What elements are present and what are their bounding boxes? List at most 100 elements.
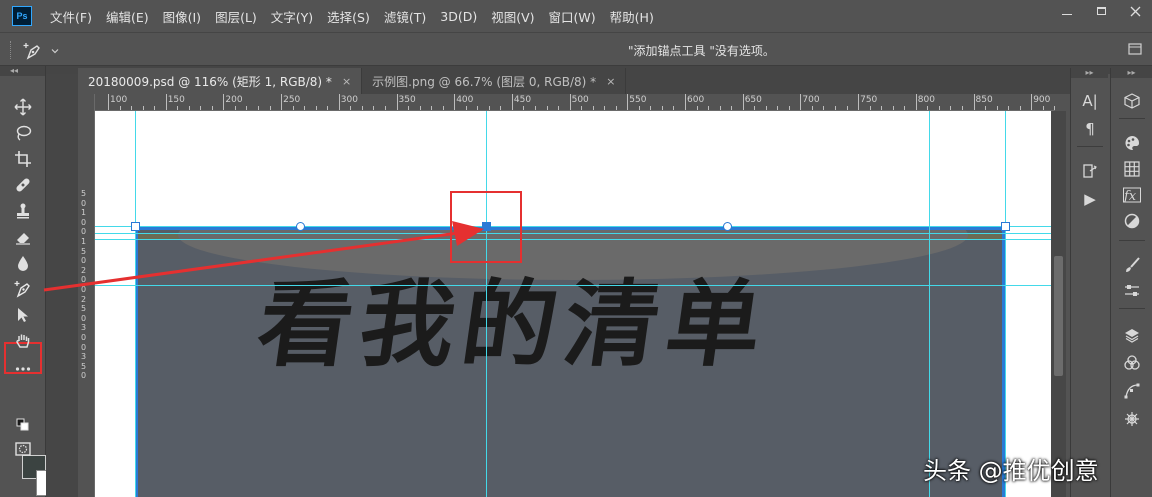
guide-horizontal[interactable] — [95, 233, 1051, 234]
ruler-label: 0 — [81, 217, 87, 227]
menu-file[interactable]: 文件(F) — [50, 7, 92, 26]
ruler-label: 750 — [860, 95, 878, 105]
minimize-icon — [1062, 13, 1072, 15]
guide-horizontal[interactable] — [95, 226, 1051, 227]
scrollbar-thumb[interactable] — [1054, 256, 1063, 376]
healing-brush-tool[interactable] — [12, 174, 34, 196]
tab-example-image[interactable]: 示例图.png @ 66.7% (图层 0, RGB/8) * × — [362, 68, 627, 94]
play-icon: ▶ — [1084, 190, 1096, 208]
guide-vertical[interactable] — [135, 111, 136, 497]
guide-horizontal[interactable] — [95, 285, 1051, 286]
corner-anchor-handle[interactable] — [1001, 222, 1010, 231]
menu-edit[interactable]: 编辑(E) — [106, 7, 149, 26]
ruler-label: 5 — [81, 361, 87, 371]
menu-help[interactable]: 帮助(H) — [610, 7, 654, 26]
menu-type[interactable]: 文字(Y) — [271, 7, 313, 26]
guide-vertical[interactable] — [929, 111, 930, 497]
menu-3d[interactable]: 3D(D) — [440, 9, 477, 24]
paths-panel-button[interactable] — [1120, 380, 1144, 402]
menu-view[interactable]: 视图(V) — [491, 7, 534, 26]
history-panel-button[interactable] — [1078, 160, 1102, 182]
menu-filter[interactable]: 滤镜(T) — [384, 7, 426, 26]
ruler-label: 900 — [1033, 95, 1051, 105]
menu-image[interactable]: 图像(I) — [163, 7, 201, 26]
tool-preset-picker[interactable] — [22, 40, 62, 62]
add-anchor-pen-icon — [23, 43, 40, 60]
guide-vertical[interactable] — [1005, 111, 1006, 497]
path-selection-tool[interactable] — [12, 304, 34, 326]
channels-panel-button[interactable] — [1120, 352, 1144, 374]
ruler-minor-tick — [304, 106, 306, 110]
photoshop-logo[interactable]: Ps — [12, 6, 32, 26]
document-canvas[interactable]: 看我的清单 — [95, 111, 1051, 497]
edit-toolbar-button[interactable] — [12, 358, 34, 380]
ruler-major-tick — [511, 94, 513, 110]
workspace-switcher-button[interactable] — [1128, 42, 1142, 56]
ruler-minor-tick — [777, 106, 779, 110]
color-panel-button[interactable] — [1120, 132, 1144, 154]
ruler-minor-tick — [234, 106, 236, 110]
ruler-major-tick — [338, 94, 340, 110]
adjustments-panel-button[interactable] — [1120, 210, 1144, 232]
brushes-panel-button[interactable] — [1120, 280, 1144, 302]
panel-dock-1: ▸▸ A| ¶ ▶ — [1070, 68, 1108, 497]
ruler-minor-tick — [558, 106, 560, 110]
corner-anchor-handle[interactable] — [131, 222, 140, 231]
options-bar-grip[interactable] — [10, 41, 12, 59]
menu-window[interactable]: 窗口(W) — [549, 7, 596, 26]
brush-settings-panel-button[interactable] — [1120, 254, 1144, 276]
eraser-tool[interactable] — [12, 226, 34, 248]
hand-tool[interactable] — [12, 330, 34, 352]
ruler-minor-tick — [269, 106, 271, 110]
move-tool[interactable] — [12, 96, 34, 118]
quick-mask-button[interactable] — [12, 438, 34, 460]
ruler-minor-tick — [823, 106, 825, 110]
add-anchor-point-tool[interactable] — [12, 278, 34, 300]
path-anchor-handle[interactable] — [723, 222, 732, 231]
crop-tool[interactable] — [12, 148, 34, 170]
ruler-minor-tick — [1008, 106, 1010, 110]
character-panel-button[interactable]: A| — [1078, 90, 1102, 112]
watermark-text: 头条 @推优创意 — [923, 457, 1099, 485]
ruler-minor-tick — [488, 106, 490, 110]
canvas-area[interactable]: 看我的清单 — [95, 111, 1055, 497]
3d-panel-button[interactable] — [1120, 90, 1144, 112]
tab-close-icon[interactable]: × — [342, 75, 351, 88]
window-layout-icon — [1128, 43, 1142, 55]
minimize-button[interactable] — [1050, 0, 1084, 22]
guide-horizontal[interactable] — [95, 239, 1051, 240]
vertical-ruler[interactable]: 50100150200250300350 — [78, 94, 95, 497]
blur-tool[interactable] — [12, 252, 34, 274]
paragraph-panel-button[interactable]: ¶ — [1078, 118, 1102, 140]
menu-layer[interactable]: 图层(L) — [215, 7, 257, 26]
lasso-tool[interactable] — [12, 122, 34, 144]
horizontal-ruler[interactable]: 100 150 200 250 300 350 400 450 500 550 600 650 700 7… — [95, 94, 1055, 111]
maximize-icon — [1096, 7, 1106, 15]
path-anchor-handle[interactable] — [296, 222, 305, 231]
tab-close-icon[interactable]: × — [606, 75, 615, 88]
guide-vertical[interactable] — [486, 111, 487, 497]
ruler-major-tick — [858, 94, 860, 110]
panel-collapse-button[interactable]: ▸▸ — [1071, 68, 1108, 78]
styles-panel-button[interactable]: fx — [1120, 184, 1144, 206]
maximize-button[interactable] — [1084, 0, 1118, 22]
layers-panel-button[interactable] — [1120, 324, 1144, 346]
close-window-button[interactable] — [1118, 0, 1152, 22]
ruler-minor-tick — [131, 106, 133, 110]
menu-select[interactable]: 选择(S) — [327, 7, 370, 26]
actions-panel-button[interactable]: ▶ — [1078, 188, 1102, 210]
ruler-major-tick — [165, 94, 167, 110]
vertical-scrollbar[interactable] — [1051, 111, 1066, 497]
default-colors-button[interactable] — [16, 418, 30, 432]
headline-text: 看我的清单 — [251, 270, 777, 380]
ruler-major-tick — [915, 94, 917, 110]
ruler-label: 450 — [513, 95, 532, 105]
panel-collapse-button[interactable]: ▸▸ — [1111, 68, 1152, 78]
clone-stamp-tool[interactable] — [12, 200, 34, 222]
tools-collapse-button[interactable]: ◂◂ — [0, 66, 45, 76]
swatches-panel-button[interactable] — [1120, 158, 1144, 180]
3d-mesh-panel-button[interactable] — [1120, 408, 1144, 430]
panel-dock-2: ▸▸ fx — [1110, 68, 1152, 497]
ruler-minor-tick — [996, 106, 998, 110]
tab-20180009[interactable]: 20180009.psd @ 116% (矩形 1, RGB/8) * × — [78, 68, 363, 94]
